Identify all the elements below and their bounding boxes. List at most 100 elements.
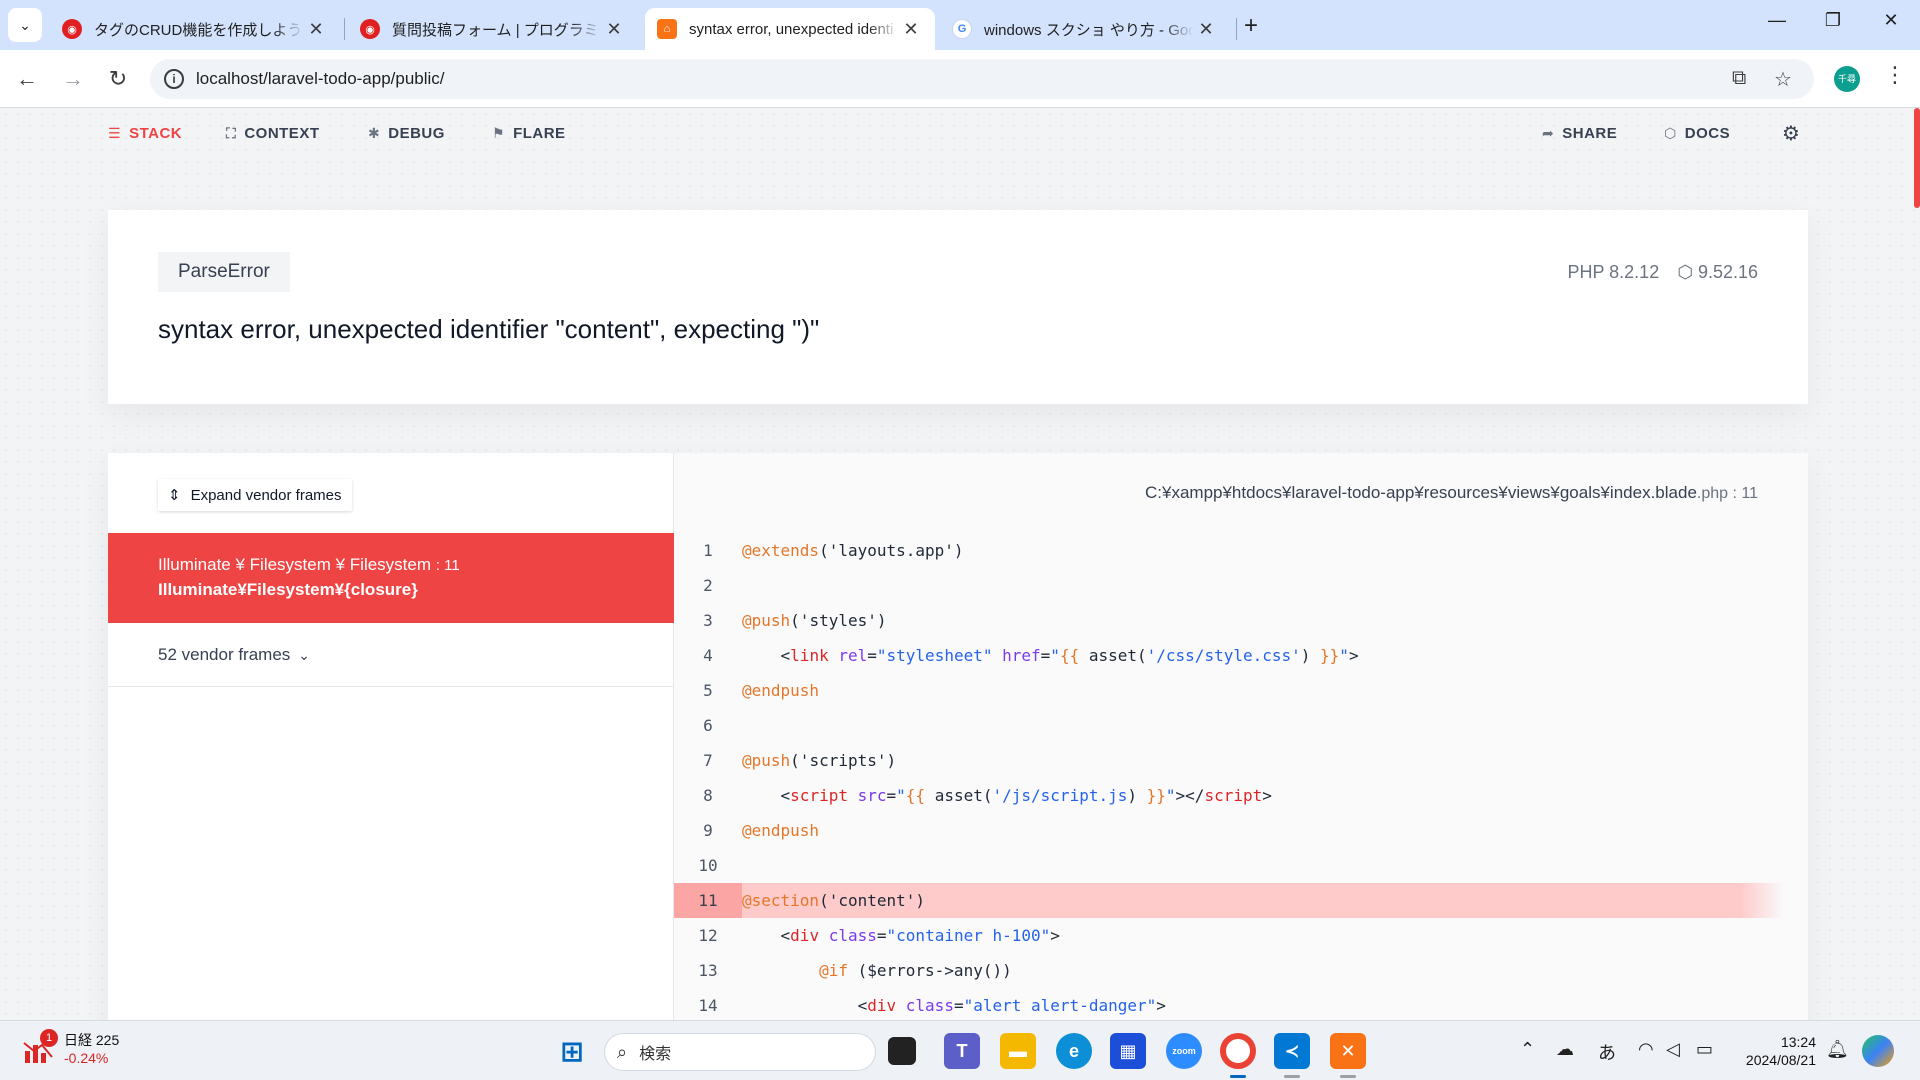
taskbar-clock[interactable]: 13:24 2024/08/21 [1736,1033,1816,1069]
back-icon[interactable]: ← [12,64,42,94]
code-token: '/js/script.js [992,786,1128,805]
laravel-icon: ⬡ [1677,262,1693,282]
new-tab-icon[interactable]: + [1244,12,1258,40]
close-icon[interactable]: ✕ [1194,19,1218,40]
tab-tag-crud[interactable]: ◉ タグのCRUD機能を作成しよう #2 | ✕ [50,8,340,50]
nav-flare[interactable]: ⚑ FLARE [492,125,566,142]
line-number: 12 [698,926,718,945]
url-text[interactable]: localhost/laravel-todo-app/public/ [196,69,445,89]
code-token: > [1348,646,1359,665]
onedrive-cloud-icon[interactable]: ☁ [1556,1039,1574,1060]
volume-icon[interactable]: ◁ [1666,1039,1680,1060]
code-token: }} [1320,646,1340,665]
forward-icon[interactable]: → [58,64,88,94]
code-line: 8 <script src="{{ asset('/js/script.js) … [674,778,1784,813]
file-ext: .php [1696,485,1729,502]
copilot-icon[interactable] [1862,1035,1894,1067]
code-token: = [867,646,877,665]
code-token: = [953,996,964,1015]
file-explorer-icon[interactable]: ▬ [1000,1033,1036,1069]
battery-icon[interactable]: ▭ [1696,1039,1713,1060]
ignition-nav: ☰ STACK ⛶ CONTEXT ✱ DEBUG ⚑ FLARE ➦ SHARE ⬡ DO… [0,108,1920,160]
line-number: 6 [703,716,713,735]
nav-debug[interactable]: ✱ DEBUG [368,125,445,142]
code-token: > [1262,786,1272,805]
xampp-icon[interactable]: ✕ [1330,1033,1366,1069]
search-placeholder: 検索 [639,1046,672,1063]
windows-taskbar: 1 日経 225 -0.24% ⊞ ⌕ 検索 T ▬ e ▦ zoom ≺ ✕ … [0,1020,1920,1080]
stock-text: 日経 225 -0.24% [64,1031,119,1067]
code-token: @push [742,751,791,770]
vendor-frames-toggle[interactable]: 52 vendor frames ⌄ [108,623,674,687]
close-icon[interactable]: ✕ [899,19,923,40]
teams-icon[interactable]: T [944,1033,980,1069]
vscode-icon[interactable]: ≺ [1274,1033,1310,1069]
nav-flare-label: FLARE [513,125,566,142]
taskbar-search[interactable]: ⌕ 検索 [604,1033,876,1071]
ime-indicator[interactable]: あ [1598,1039,1616,1065]
code-token: ('styles') [790,611,887,630]
line-number: 4 [703,646,713,665]
line-source: <div class="container h-100"> [742,926,1060,945]
chevron-down-icon: ⌄ [298,647,311,663]
laravel-version-group: ⬡ 9.52.16 [1677,262,1758,283]
close-icon[interactable]: ✕ [304,19,328,40]
code-token: > [1050,926,1060,945]
wifi-icon[interactable]: ◠ [1638,1039,1654,1060]
tab-syntax-error[interactable]: ⌂ syntax error, unexpected identi ✕ [645,8,935,50]
line-source: <script src="{{ asset('/js/script.js) }}… [742,786,1272,805]
reload-icon[interactable]: ↻ [103,64,133,94]
code-line: 1 @extends('layouts.app') [674,533,1784,568]
line-number: 8 [703,786,713,805]
window-close-icon[interactable]: ✕ [1876,10,1906,31]
tray-overflow-icon[interactable]: ⌃ [1520,1039,1535,1060]
expand-vertical-icon: ⇕ [168,487,181,504]
translate-icon[interactable]: ⧉ [1732,67,1746,90]
stock-widget[interactable]: 1 日経 225 -0.24% [22,1029,119,1067]
nav-share[interactable]: ➦ SHARE [1542,125,1617,142]
line-source: @endpush [742,821,819,840]
restore-icon[interactable]: ❐ [1818,10,1848,31]
nav-stack[interactable]: ☰ STACK [108,125,182,142]
settings-gear-icon[interactable]: ⚙ [1782,121,1800,146]
more-menu-icon[interactable]: ⋮ [1884,62,1906,88]
profile-avatar[interactable]: 千尋 [1834,66,1860,92]
stock-name: 日経 225 [64,1032,120,1048]
ms-store-icon[interactable]: ▦ [1110,1033,1146,1069]
nav-context[interactable]: ⛶ CONTEXT [226,125,319,142]
close-icon[interactable]: ✕ [602,19,626,40]
error-summary-card: ParseError syntax error, unexpected iden… [108,210,1808,404]
tab-search-button[interactable]: ⌄ [8,8,42,42]
code-token: {{ [1059,646,1080,665]
edge-icon[interactable]: e [1056,1033,1092,1069]
chrome-icon[interactable] [1220,1033,1256,1069]
minimize-icon[interactable]: — [1762,10,1792,31]
file-path[interactable]: C:¥xampp¥htdocs¥laravel-todo-app¥resourc… [1145,483,1758,503]
nav-docs[interactable]: ⬡ DOCS [1664,125,1730,142]
notification-bell-icon[interactable]: 🔔︎ [1826,1039,1849,1060]
line-source: <link rel="stylesheet" href="{{ asset('/… [742,646,1359,665]
code-token: class [905,996,954,1015]
code-token: rel [838,646,868,665]
tab-title: syntax error, unexpected identi [689,20,894,38]
windows-start-icon[interactable]: ⊞ [554,1033,590,1069]
code-token: ($errors->any()) [847,961,1012,980]
tab-title: タグのCRUD機能を作成しよう #2 | [94,21,304,39]
task-view-icon[interactable] [888,1037,916,1065]
nav-context-label: CONTEXT [244,125,320,142]
tab-google-search[interactable]: G windows スクショ やり方 - Google ✕ [940,8,1230,50]
zoom-icon[interactable]: zoom [1166,1033,1202,1069]
frame-class: Illuminate ¥ Filesystem ¥ Filesystem : 1… [158,555,624,575]
stock-chart-icon: 1 [22,1029,58,1065]
samurai-icon: ◉ [360,19,380,39]
bookmark-star-icon[interactable]: ☆ [1774,67,1792,92]
code-token: = [876,926,887,945]
tab-question-form[interactable]: ◉ 質問投稿フォーム | プログラミング学 ✕ [348,8,638,50]
stack-frame-active[interactable]: Illuminate ¥ Filesystem ¥ Filesystem : 1… [108,533,674,623]
address-bar[interactable]: i localhost/laravel-todo-app/public/ ⧉ ☆ [150,59,1814,99]
line-number: 2 [703,576,713,595]
bug-icon: ✱ [368,125,381,141]
site-info-icon[interactable]: i [164,69,184,89]
expand-vendor-frames-button[interactable]: ⇕ Expand vendor frames [158,479,352,511]
